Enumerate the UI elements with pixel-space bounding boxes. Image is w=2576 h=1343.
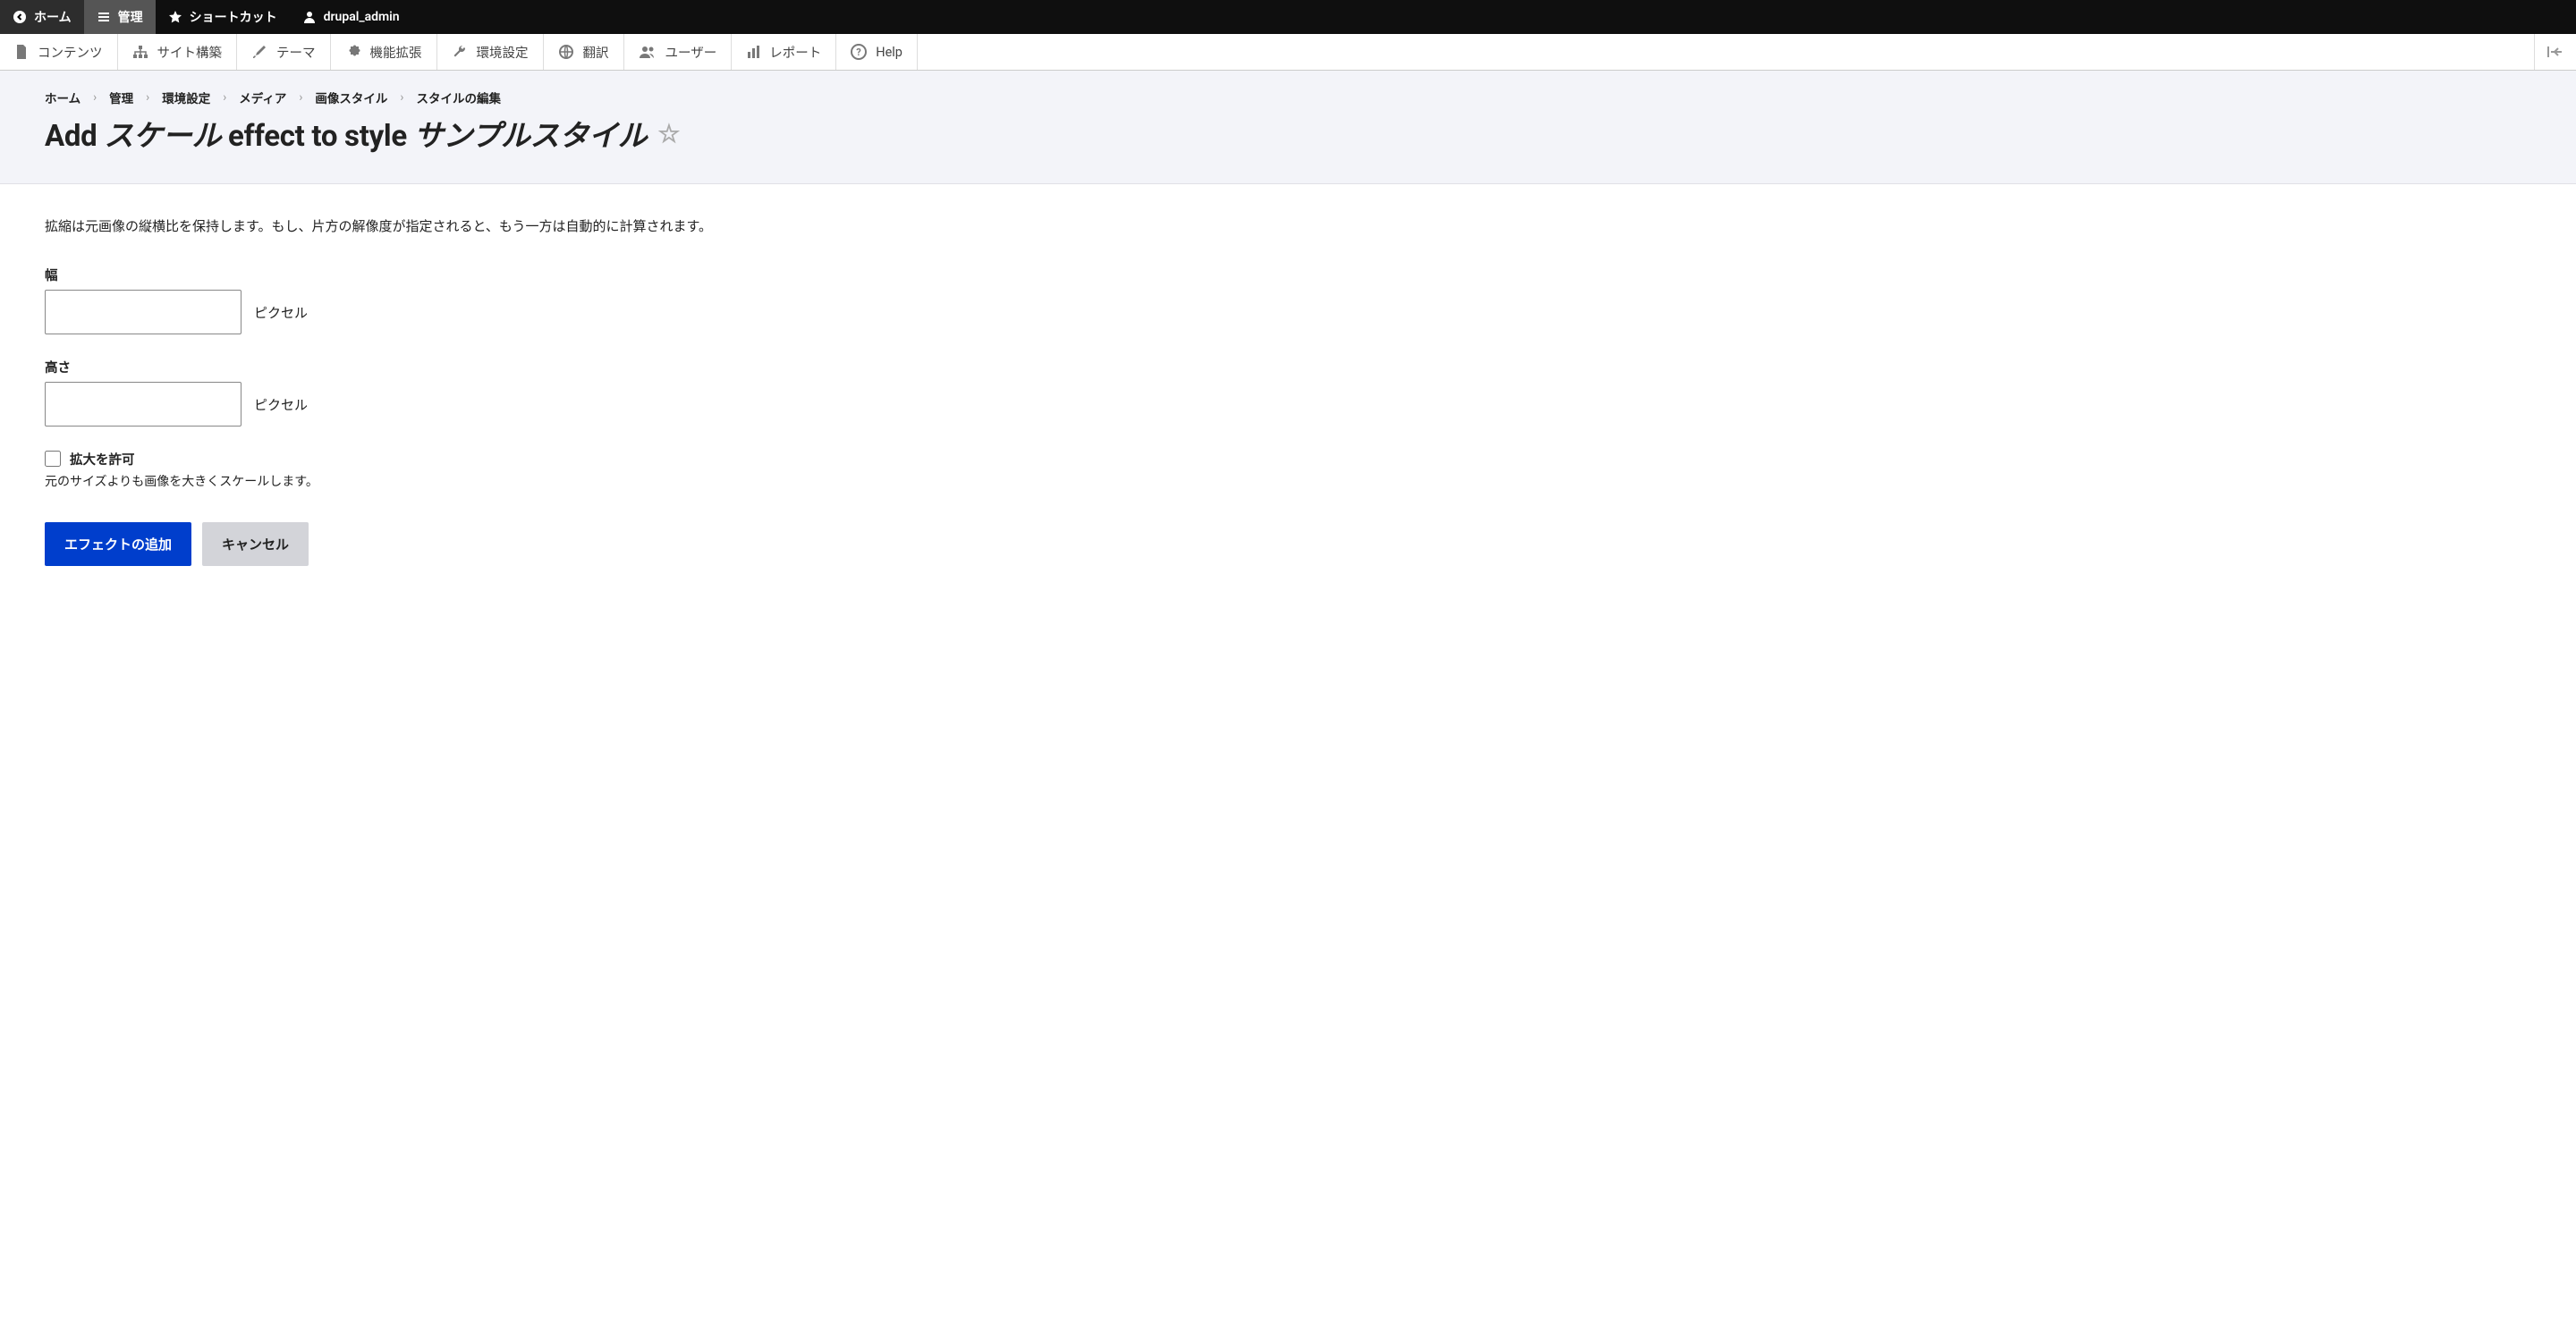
star-icon: [168, 10, 182, 24]
form-actions: エフェクトの追加 キャンセル: [45, 522, 2531, 566]
page-title: Add スケール effect to style サンプルスタイル ☆: [45, 112, 2531, 155]
puzzle-icon: [345, 44, 361, 60]
breadcrumb-separator: ›: [93, 90, 97, 105]
region-header: ホーム › 管理 › 環境設定 › メディア › 画像スタイル › スタイルの編…: [0, 71, 2576, 184]
admin-menu-label: レポート: [769, 43, 821, 62]
admin-menu-label: サイト構築: [157, 43, 223, 62]
width-input[interactable]: [45, 290, 242, 334]
breadcrumb-item[interactable]: 管理: [109, 89, 133, 106]
back-icon: [13, 10, 27, 24]
admin-menu-content[interactable]: コンテンツ: [0, 34, 118, 70]
svg-text:?: ?: [856, 46, 861, 58]
submit-button[interactable]: エフェクトの追加: [45, 522, 191, 566]
users-icon: [639, 45, 657, 59]
admin-menu-label: Help: [876, 45, 902, 60]
admin-menu-label: ユーザー: [665, 43, 717, 62]
breadcrumb-item[interactable]: 環境設定: [162, 89, 210, 106]
height-input[interactable]: [45, 382, 242, 427]
paintbrush-icon: [251, 44, 267, 60]
breadcrumb-separator: ›: [400, 90, 403, 105]
user-icon: [302, 10, 317, 24]
sitemap-icon: [132, 45, 148, 59]
breadcrumb-item[interactable]: 画像スタイル: [315, 89, 387, 106]
admin-menu-appearance[interactable]: テーマ: [237, 34, 331, 70]
file-icon: [14, 44, 29, 60]
toolbar-manage[interactable]: 管理: [84, 0, 156, 34]
width-label: 幅: [45, 266, 2531, 284]
breadcrumb: ホーム › 管理 › 環境設定 › メディア › 画像スタイル › スタイルの編…: [45, 89, 2531, 106]
chart-icon: [746, 45, 760, 59]
upscale-description: 元のサイズよりも画像を大きくスケールします。: [45, 472, 2531, 490]
admin-menu-reports[interactable]: レポート: [732, 34, 836, 70]
width-suffix: ピクセル: [254, 303, 308, 322]
wrench-icon: [452, 44, 468, 60]
toolbar-user[interactable]: drupal_admin: [290, 0, 412, 34]
breadcrumb-separator: ›: [146, 90, 149, 105]
toolbar-manage-label: 管理: [118, 8, 143, 26]
help-icon: ?: [851, 44, 867, 60]
globe-icon: [558, 44, 574, 60]
form-item-height: 高さ ピクセル: [45, 358, 2531, 427]
title-italic: スケール: [104, 119, 221, 154]
toolbar-back-home[interactable]: ホーム: [0, 0, 84, 34]
form-item-upscale: 拡大を許可 元のサイズよりも画像を大きくスケールします。: [45, 450, 2531, 490]
upscale-label[interactable]: 拡大を許可: [70, 450, 135, 469]
height-label: 高さ: [45, 358, 2531, 376]
toolbar-shortcuts[interactable]: ショートカット: [156, 0, 290, 34]
admin-menu-help[interactable]: ? Help: [836, 34, 918, 70]
cancel-button[interactable]: キャンセル: [202, 522, 309, 566]
upscale-checkbox[interactable]: [45, 451, 61, 467]
hamburger-icon: [97, 10, 111, 24]
admin-menu-structure[interactable]: サイト構築: [118, 34, 238, 70]
breadcrumb-separator: ›: [299, 90, 302, 105]
toolbar-top: ホーム 管理 ショートカット drupal_admin: [0, 0, 2576, 34]
toolbar-back-label: ホーム: [34, 8, 72, 26]
admin-menu-label: 翻訳: [583, 43, 609, 62]
title-part: effect to style: [221, 119, 414, 154]
admin-menu-label: 機能拡張: [370, 43, 422, 62]
admin-menu: コンテンツ サイト構築 テーマ 機能拡張 環境設定 翻訳 ユーザー: [0, 34, 2576, 71]
admin-menu-config[interactable]: 環境設定: [437, 34, 544, 70]
admin-menu-translate[interactable]: 翻訳: [544, 34, 624, 70]
admin-menu-collapse[interactable]: [2534, 34, 2576, 70]
breadcrumb-separator: ›: [223, 90, 226, 105]
title-italic: サンプルスタイル: [414, 119, 648, 154]
admin-menu-label: テーマ: [276, 43, 316, 62]
breadcrumb-item[interactable]: スタイルの編集: [416, 89, 501, 106]
favorite-star-icon[interactable]: ☆: [657, 119, 680, 148]
toolbar-shortcuts-label: ショートカット: [190, 8, 277, 26]
admin-menu-label: コンテンツ: [38, 43, 103, 62]
form-item-width: 幅 ピクセル: [45, 266, 2531, 334]
breadcrumb-item[interactable]: メディア: [239, 89, 286, 106]
collapse-icon: [2547, 46, 2563, 58]
admin-menu-people[interactable]: ユーザー: [624, 34, 733, 70]
admin-menu-label: 環境設定: [477, 43, 529, 62]
admin-menu-extend[interactable]: 機能拡張: [331, 34, 437, 70]
breadcrumb-item[interactable]: ホーム: [45, 89, 80, 106]
form-description: 拡縮は元画像の縦横比を保持します。もし、片方の解像度が指定されると、もう一方は自…: [45, 216, 2531, 235]
toolbar-user-label: drupal_admin: [324, 10, 400, 24]
height-suffix: ピクセル: [254, 395, 308, 414]
title-part: Add: [45, 119, 104, 154]
content-region: 拡縮は元画像の縦横比を保持します。もし、片方の解像度が指定されると、もう一方は自…: [0, 184, 2576, 598]
